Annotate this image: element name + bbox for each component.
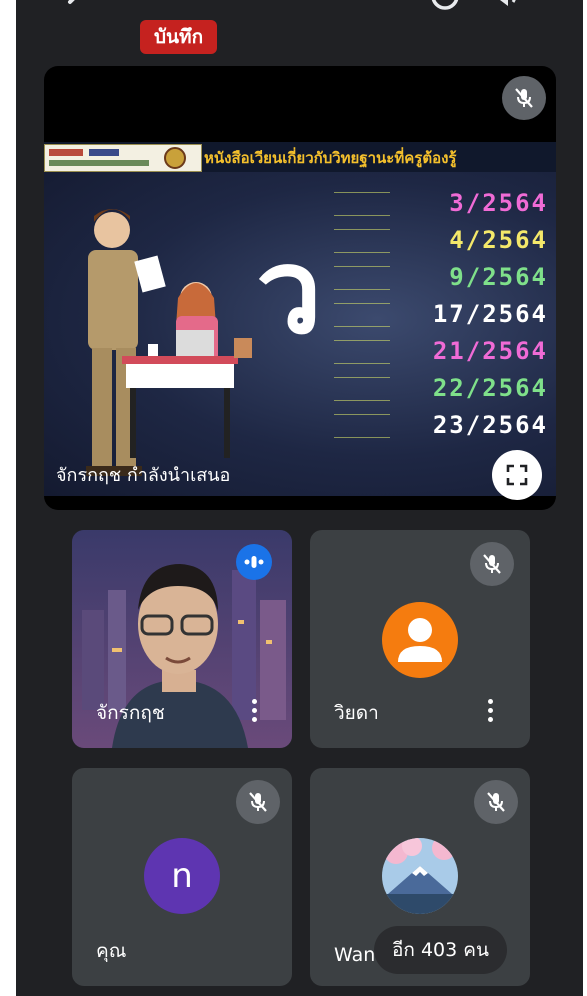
handwritten-note bbox=[334, 303, 390, 327]
doc-number: 4/2564 bbox=[449, 226, 548, 254]
mic-off-icon bbox=[470, 542, 514, 586]
slide-logo bbox=[44, 144, 202, 172]
doc-number: 9/2564 bbox=[449, 263, 548, 291]
handwritten-note bbox=[334, 377, 390, 401]
presenter-caption: จักรกฤช กำลังนำเสนอ bbox=[56, 465, 231, 486]
presentation-tile[interactable]: หนังสือเวียนเกี่ยวกับวิทยฐานะที่ครูต้องร… bbox=[44, 66, 556, 510]
handwritten-note bbox=[334, 340, 390, 364]
handwritten-note bbox=[334, 266, 390, 290]
participant-name: คุณ bbox=[96, 940, 127, 962]
mic-off-icon bbox=[236, 780, 280, 824]
participant-name: จักรกฤช bbox=[96, 702, 165, 724]
doc-item-6: 22/2564 bbox=[334, 371, 556, 405]
more-options-icon[interactable] bbox=[478, 692, 502, 728]
switch-camera-icon[interactable] bbox=[428, 0, 462, 16]
handwritten-note bbox=[334, 414, 390, 438]
doc-item-5: 21/2564 bbox=[334, 334, 556, 368]
circular-number-list: 3/2564 4/2564 9/2564 17/2564 21/2564 22/… bbox=[334, 186, 556, 445]
doc-number: 22/2564 bbox=[432, 374, 548, 402]
mic-off-icon bbox=[474, 780, 518, 824]
back-arrow-icon[interactable] bbox=[60, 0, 94, 16]
doc-number: 17/2564 bbox=[432, 300, 548, 328]
slide-big-letter: ว bbox=[256, 222, 323, 360]
slide-header: หนังสือเวียนเกี่ยวกับวิทยฐานะที่ครูต้องร… bbox=[44, 142, 556, 172]
more-participants-chip[interactable]: อีก 403 คน bbox=[374, 926, 507, 974]
participant-tile-3[interactable]: n คุณ bbox=[72, 768, 292, 986]
handwritten-note bbox=[334, 229, 390, 253]
meet-call-screen: บันทึก หนังสือเวียนเกี่ยวกับวิทยฐานะที่ค… bbox=[16, 0, 583, 996]
participant-name: วิยดา bbox=[334, 702, 379, 724]
participant-tile-2[interactable]: วิยดา bbox=[310, 530, 530, 748]
recording-badge: บันทึก bbox=[140, 20, 218, 54]
top-bar: บันทึก bbox=[16, 0, 583, 62]
fullscreen-icon bbox=[506, 464, 528, 486]
doc-item-2: 4/2564 bbox=[334, 223, 556, 257]
doc-number: 3/2564 bbox=[449, 189, 548, 217]
fullscreen-button[interactable] bbox=[492, 450, 542, 500]
doc-item-3: 9/2564 bbox=[334, 260, 556, 294]
mic-off-icon bbox=[502, 76, 546, 120]
doc-item-7: 23/2564 bbox=[334, 408, 556, 442]
person-icon bbox=[398, 618, 442, 662]
doc-item-4: 17/2564 bbox=[334, 297, 556, 331]
mountain-photo-icon bbox=[382, 838, 458, 914]
participant-tile-1[interactable]: จักรกฤช bbox=[72, 530, 292, 748]
handwritten-note bbox=[334, 192, 390, 216]
speaker-icon[interactable] bbox=[486, 0, 520, 16]
doc-number: 21/2564 bbox=[432, 337, 548, 365]
avatar: n bbox=[144, 838, 220, 914]
doc-number: 23/2564 bbox=[432, 411, 548, 439]
avatar bbox=[382, 602, 458, 678]
shared-slide: หนังสือเวียนเกี่ยวกับวิทยฐานะที่ครูต้องร… bbox=[44, 142, 556, 496]
teacher-illustration bbox=[86, 209, 252, 476]
slide-title: หนังสือเวียนเกี่ยวกับวิทยฐานะที่ครูต้องร… bbox=[204, 149, 457, 167]
doc-item-1: 3/2564 bbox=[334, 186, 556, 220]
speaking-indicator-icon bbox=[236, 544, 272, 580]
avatar-photo bbox=[382, 838, 458, 914]
more-options-icon[interactable] bbox=[242, 692, 266, 728]
